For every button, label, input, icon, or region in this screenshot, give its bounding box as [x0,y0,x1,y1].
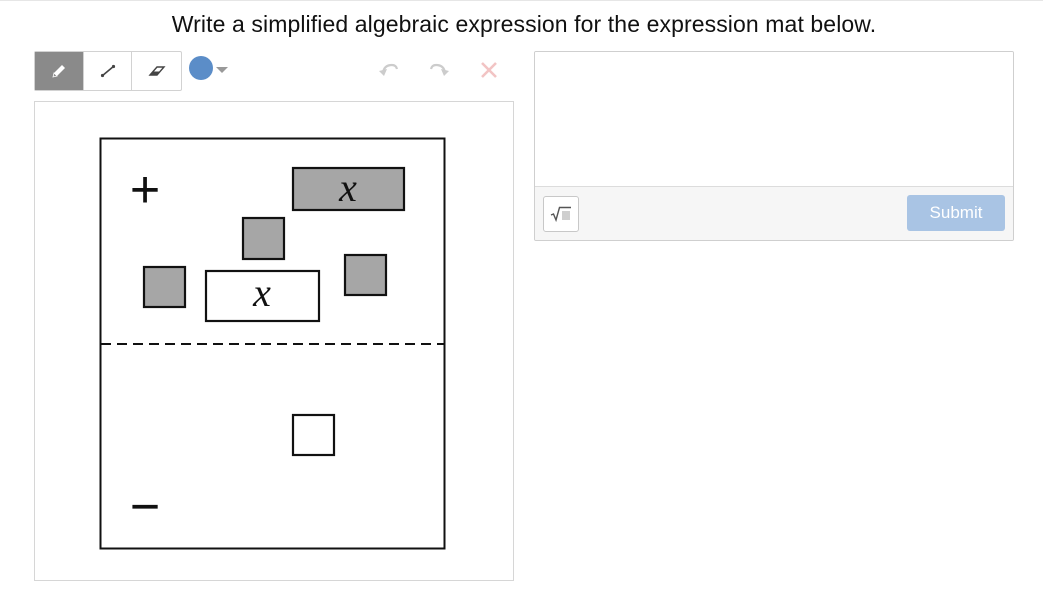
line-icon [100,64,115,78]
answer-box: Submit [534,51,1014,241]
color-swatch[interactable] [189,56,213,80]
positive-unit-tile [343,253,388,297]
x-tile-label: x [338,165,357,210]
positive-x-tile: x [291,165,406,212]
undo-icon[interactable] [378,60,400,80]
positive-unit-tile [142,265,187,309]
line-tool-button[interactable] [84,52,133,90]
square-root-icon [550,206,571,222]
tool-group [34,51,182,91]
submit-button[interactable]: Submit [907,195,1005,231]
x-tile-label: x [252,270,271,315]
positive-unit-tile [241,216,286,261]
negative-x-tile: x [204,269,321,323]
pencil-tool-button[interactable] [35,52,84,90]
math-keyboard-button[interactable] [543,196,579,232]
redo-icon[interactable] [428,60,450,80]
pencil-icon [52,65,65,78]
chevron-down-icon[interactable] [216,67,228,73]
answer-footer: Submit [535,186,1013,240]
eraser-tool-button[interactable] [132,52,181,90]
expression-mat: + − x x [99,137,446,550]
top-divider [0,0,1043,1]
drawing-canvas[interactable]: + − x x [34,101,514,581]
question-prompt: Write a simplified algebraic expression … [171,11,877,37]
negative-sign: − [130,478,160,536]
close-icon[interactable] [480,60,498,80]
answer-input[interactable] [535,52,1013,186]
positive-sign: + [130,161,160,219]
negative-unit-tile [291,413,336,457]
eraser-icon [148,66,166,76]
